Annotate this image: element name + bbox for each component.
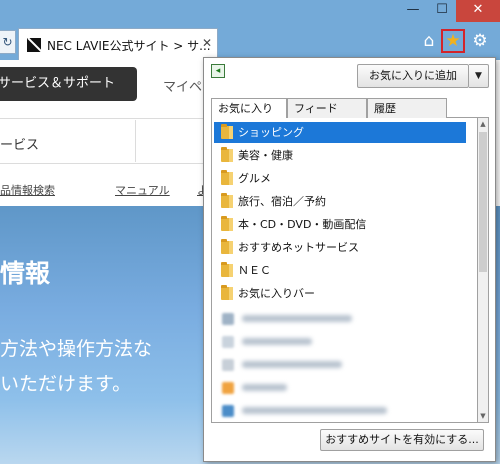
tools-gear-icon[interactable]: ⚙	[469, 30, 491, 52]
hero-text-line: 方法や操作方法な	[0, 338, 153, 360]
favorite-folder-travel[interactable]: 旅行、宿泊／予約	[214, 191, 466, 212]
hero-title: 情報	[0, 259, 51, 288]
favorite-folder-label: ＮＥＣ	[238, 264, 271, 277]
tab-history[interactable]: 履歴	[367, 98, 447, 118]
add-to-favorites-button[interactable]: お気に入りに追加	[357, 64, 469, 88]
home-icon[interactable]: ⌂	[418, 30, 440, 52]
favorite-folder-nec[interactable]: ＮＥＣ	[214, 260, 466, 281]
tab-favorites[interactable]: お気に入り	[211, 98, 287, 119]
hero-text-line: いただけます。	[0, 373, 132, 395]
favorite-folder-label: 美容・健康	[238, 149, 293, 162]
maximize-button[interactable]: ☐	[428, 0, 456, 22]
folder-icon	[221, 239, 233, 254]
favorite-folder-label: おすすめネットサービス	[238, 241, 359, 254]
favorite-folder-label: お気に入りバー	[238, 287, 315, 300]
favorite-folder-beauty[interactable]: 美容・健康	[214, 145, 466, 166]
browser-tab[interactable]: NEC LAVIE公式サイト > サ... ✕	[18, 28, 218, 60]
minimize-button[interactable]: —	[398, 0, 428, 22]
folder-icon	[221, 262, 233, 277]
divider	[0, 118, 205, 119]
product-search-link[interactable]: 品情報検索	[0, 182, 55, 198]
favorite-folder-label: グルメ	[238, 172, 271, 185]
tab-title: NEC LAVIE公式サイト > サ...	[47, 39, 211, 53]
favorite-folder-favorites-bar[interactable]: お気に入りバー	[214, 283, 466, 304]
folder-icon	[221, 124, 233, 139]
title-bar: — ☐ ✕	[0, 0, 500, 24]
service-menu-text[interactable]: ービス	[0, 134, 39, 153]
favorites-panel: ◂ お気に入りに追加 ▼ お気に入り フィード 履歴 ショッピング 美容・健康 …	[203, 57, 496, 462]
favorites-list: ショッピング 美容・健康 グルメ 旅行、宿泊／予約 本・CD・DVD・動画配信 …	[211, 118, 477, 423]
mypage-link[interactable]: マイペ	[163, 76, 202, 95]
folder-icon	[221, 170, 233, 185]
favorites-scrollbar[interactable]: ▲ ▼	[477, 118, 489, 423]
blurred-favorite-link[interactable]	[222, 400, 462, 421]
refresh-icon[interactable]: ↻	[0, 30, 16, 54]
browser-toolbar: ↻ NEC LAVIE公式サイト > サ... ✕ ⌂ ★ ⚙	[0, 24, 500, 60]
pin-favorites-icon[interactable]: ◂	[211, 64, 225, 78]
add-favorites-dropdown-icon[interactable]: ▼	[469, 64, 489, 88]
blurred-favorite-link[interactable]	[222, 308, 462, 329]
favorite-folder-gourmet[interactable]: グルメ	[214, 168, 466, 189]
folder-icon	[221, 285, 233, 300]
service-support-button[interactable]: サービス＆サポート	[0, 67, 137, 101]
favorite-folder-label: 本・CD・DVD・動画配信	[238, 218, 367, 231]
tab-feeds[interactable]: フィード	[287, 98, 367, 118]
favorite-folder-shopping[interactable]: ショッピング	[214, 122, 466, 143]
favorite-folder-label: ショッピング	[238, 126, 304, 139]
scroll-down-icon[interactable]: ▼	[478, 410, 488, 422]
blurred-favorite-link[interactable]	[222, 354, 462, 375]
enable-suggested-sites-button[interactable]: おすすめサイトを有効にする...	[320, 429, 484, 451]
favorite-folder-label: 旅行、宿泊／予約	[238, 195, 326, 208]
tab-close-icon[interactable]: ✕	[202, 36, 212, 50]
favorites-tabs: お気に入り フィード 履歴	[211, 98, 489, 119]
folder-icon	[221, 147, 233, 162]
close-window-button[interactable]: ✕	[456, 0, 500, 22]
folder-icon	[221, 193, 233, 208]
blurred-favorite-link[interactable]	[222, 377, 462, 398]
divider	[0, 163, 205, 164]
site-favicon-icon	[27, 38, 41, 52]
blurred-favorite-link[interactable]	[222, 331, 462, 352]
scroll-up-icon[interactable]: ▲	[478, 118, 488, 130]
folder-icon	[221, 216, 233, 231]
manual-link[interactable]: マニュアル	[115, 182, 170, 198]
favorite-folder-net-services[interactable]: おすすめネットサービス	[214, 237, 466, 258]
favorites-star-icon[interactable]: ★	[441, 29, 465, 53]
favorite-folder-media[interactable]: 本・CD・DVD・動画配信	[214, 214, 466, 235]
service-support-label: サービス＆サポート	[0, 76, 116, 91]
divider	[135, 120, 136, 162]
scroll-thumb[interactable]	[479, 132, 487, 272]
